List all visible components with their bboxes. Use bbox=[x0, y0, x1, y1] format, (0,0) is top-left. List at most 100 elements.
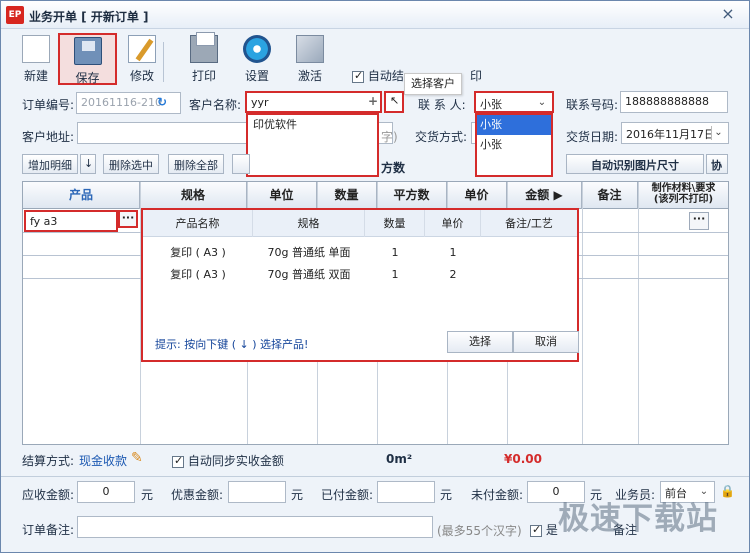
edit-label: 修改 bbox=[129, 69, 154, 83]
contact-option[interactable]: 小张 bbox=[477, 135, 551, 155]
product-option-note bbox=[481, 242, 577, 264]
unpaid-label: 未付金额: bbox=[471, 488, 524, 502]
title-bar: EP 业务开单 [ 开新订单 ] × bbox=[1, 1, 749, 29]
delete-all-button[interactable]: 删除全部 bbox=[168, 154, 224, 174]
header-quantity: 数量 bbox=[317, 182, 377, 209]
delete-selected-button[interactable]: 删除选中 bbox=[103, 154, 159, 174]
product-option-row[interactable]: 复印 ( A3 ) 70g 普通纸 双面 1 2 bbox=[143, 264, 577, 286]
popup-header-price: 单价 bbox=[425, 210, 481, 237]
discount-label: 优惠金额: bbox=[171, 488, 224, 502]
close-button[interactable]: × bbox=[717, 5, 739, 23]
product-selection-hint: 提示: 按向下键 ( ↓ ) 选择产品! bbox=[155, 338, 309, 351]
paid-unit: 元 bbox=[440, 488, 453, 502]
add-customer-icon[interactable]: + bbox=[368, 94, 378, 108]
product-cell-input[interactable]: fy a3 bbox=[24, 210, 118, 232]
discount-field[interactable] bbox=[228, 481, 286, 503]
product-option-spec: 70g 普通纸 双面 bbox=[267, 268, 351, 281]
auto-size-button[interactable]: 自动识别图片尺寸 bbox=[566, 154, 704, 174]
sync-receipt-label: 自动同步实收金额 bbox=[187, 454, 284, 468]
select-customer-button[interactable]: ↖ bbox=[384, 91, 404, 113]
customer-suggestion-item[interactable]: 印优软件 bbox=[248, 115, 377, 135]
note-print-option[interactable]: 是 bbox=[530, 521, 558, 538]
header-amount[interactable]: 金额 ▶ bbox=[507, 182, 582, 209]
select-product-button[interactable]: 选择 bbox=[447, 331, 513, 353]
edit-settlement-icon[interactable]: ✎ bbox=[131, 450, 143, 466]
add-detail-button[interactable]: 增加明细 bbox=[22, 154, 78, 174]
new-document-icon bbox=[22, 35, 50, 63]
order-note-label: 订单备注: bbox=[22, 523, 75, 537]
address-character-hint: 字) bbox=[381, 130, 398, 144]
cursor-icon: ↖ bbox=[390, 94, 400, 107]
product-suggestion-popup: 产品名称 规格 数量 单价 备注/工艺 复印 ( A3 ) 70g 普通纸 单面… bbox=[141, 208, 579, 362]
product-option-spec: 70g 普通纸 单面 bbox=[267, 246, 351, 259]
contact-value: 小张 bbox=[480, 98, 502, 111]
product-popup-header: 产品名称 规格 数量 单价 备注/工艺 bbox=[143, 210, 577, 237]
customer-name-field[interactable]: yyr bbox=[245, 91, 382, 113]
new-button[interactable]: 新建 bbox=[13, 33, 59, 85]
grid-column-line bbox=[582, 182, 583, 444]
auto-print-option[interactable]: 自动结 bbox=[352, 67, 404, 84]
header-product: 产品 bbox=[23, 182, 140, 209]
settings-button[interactable]: 设置 bbox=[234, 33, 280, 85]
header-unit: 单位 bbox=[247, 182, 317, 209]
product-picker-button[interactable]: ··· bbox=[118, 210, 138, 228]
contact-select[interactable]: 小张 ⌄ bbox=[474, 91, 554, 113]
auto-option-tail: 印 bbox=[470, 69, 483, 83]
edit-button[interactable]: 修改 bbox=[119, 33, 165, 85]
settlement-method-link[interactable]: 现金收款 bbox=[79, 452, 127, 469]
delivery-date-field[interactable]: 2016年11月17日 ⌄ bbox=[621, 122, 729, 144]
contact-option[interactable]: 小张 bbox=[477, 115, 551, 135]
sync-receipt-checkbox[interactable] bbox=[172, 454, 184, 468]
cancel-product-button[interactable]: 取消 bbox=[513, 331, 579, 353]
summary-divider bbox=[1, 476, 749, 477]
paid-field[interactable] bbox=[377, 481, 435, 503]
header-area: 平方数 bbox=[377, 182, 447, 209]
print-label: 打印 bbox=[191, 69, 216, 83]
printer-icon bbox=[190, 32, 218, 63]
activate-button[interactable]: 激活 bbox=[287, 33, 333, 85]
sync-receipt-option[interactable]: 自动同步实收金额 bbox=[172, 452, 284, 469]
product-option-note bbox=[481, 264, 577, 286]
toolbar-separator bbox=[163, 42, 164, 82]
note-print-checkbox[interactable] bbox=[530, 523, 542, 537]
toolbar: 新建 保存 修改 打印 设置 激活 自动结 印 bbox=[1, 30, 749, 88]
auto-option-checkbox[interactable] bbox=[352, 69, 364, 83]
watermark-logo: 极速下载站 bbox=[558, 501, 718, 536]
header-spec: 规格 bbox=[140, 182, 247, 209]
small-options-button[interactable] bbox=[232, 154, 250, 174]
grid-header: 产品 规格 单位 数量 平方数 单价 金额 ▶ 备注 制作材料\要求 (该列不打… bbox=[23, 182, 728, 209]
phone-field[interactable]: 188888888888 bbox=[620, 91, 728, 113]
order-number-label: 订单编号: bbox=[22, 98, 75, 112]
refresh-icon[interactable]: ↻ bbox=[157, 95, 167, 109]
delivery-date-label: 交货日期: bbox=[566, 130, 619, 144]
product-option-price: 1 bbox=[449, 246, 457, 259]
header-note: 备注 bbox=[582, 182, 638, 209]
auto-option-label: 自动结 bbox=[367, 69, 404, 83]
order-note-field[interactable] bbox=[77, 516, 433, 538]
paid-label: 已付金额: bbox=[321, 488, 374, 502]
product-option-name: 复印 ( A3 ) bbox=[170, 268, 226, 281]
product-option-row[interactable]: 复印 ( A3 ) 70g 普通纸 单面 1 1 bbox=[143, 242, 577, 264]
window-title: 业务开单 [ 开新订单 ] bbox=[29, 10, 149, 24]
material-picker-button[interactable]: ··· bbox=[689, 212, 709, 230]
area-label: 方数 bbox=[381, 161, 406, 175]
contact-dropdown-list: 小张 小张 bbox=[475, 113, 553, 177]
receivable-label: 应收金额: bbox=[22, 488, 75, 502]
print-button[interactable]: 打印 bbox=[181, 32, 227, 85]
lock-icon: 🔒 bbox=[720, 484, 735, 498]
address-label: 客户地址: bbox=[22, 130, 75, 144]
cooperate-button[interactable]: 协 bbox=[706, 154, 728, 174]
select-customer-tooltip: 选择客户 bbox=[404, 73, 462, 95]
product-option-name: 复印 ( A3 ) bbox=[170, 246, 226, 259]
customer-suggestions: 印优软件 bbox=[246, 113, 379, 177]
settlement-label: 结算方式: bbox=[22, 454, 75, 468]
save-button[interactable]: 保存 bbox=[58, 33, 117, 85]
popup-header-spec: 规格 bbox=[253, 210, 365, 237]
order-note-hint: (最多55个汉字) bbox=[437, 524, 522, 538]
receivable-field[interactable]: 0 bbox=[77, 481, 135, 503]
activate-icon bbox=[296, 35, 324, 63]
move-down-button[interactable]: ↓ bbox=[80, 154, 96, 174]
calendar-dropdown-icon[interactable]: ⌄ bbox=[711, 126, 725, 140]
discount-unit: 元 bbox=[291, 488, 304, 502]
product-option-quantity: 1 bbox=[391, 246, 399, 259]
